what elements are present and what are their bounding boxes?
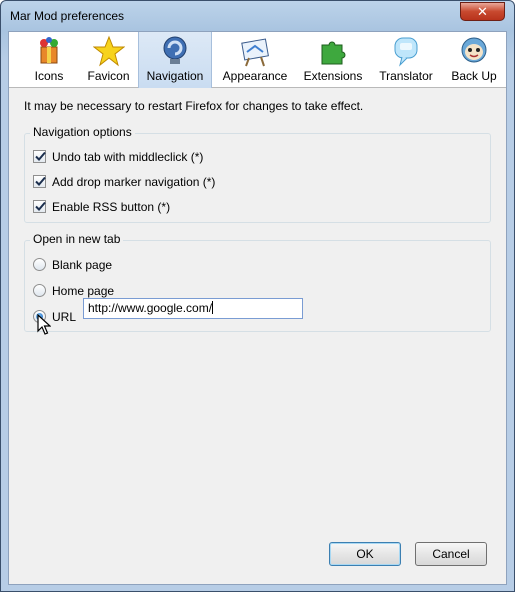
option-label: Blank page	[52, 258, 113, 272]
checkmark-icon	[35, 201, 46, 211]
text-caret	[212, 301, 214, 314]
tab-extensions[interactable]: Extensions	[297, 32, 369, 88]
tab-icons[interactable]: Icons	[19, 32, 79, 88]
option-label: Undo tab with middleclick (*)	[52, 150, 204, 164]
home-page-radio[interactable]	[33, 284, 46, 297]
preferences-window: Mar Mod preferences ✕ Icons Favicon Navi…	[0, 0, 515, 592]
tab-label: Extensions	[303, 69, 363, 83]
option-label: Home page	[52, 284, 115, 298]
easel-icon	[241, 38, 269, 67]
tab-navigation[interactable]: Navigation	[138, 32, 212, 88]
url-input[interactable]: http://www.google.com/	[83, 298, 303, 319]
window-title: Mar Mod preferences	[10, 9, 125, 23]
tab-label: Favicon	[87, 69, 130, 83]
drop-marker-checkbox[interactable]	[33, 175, 46, 188]
url-input-value: http://www.google.com/	[88, 301, 213, 315]
restart-notice: It may be necessary to restart Firefox f…	[24, 99, 364, 113]
tab-label: Back Up	[451, 69, 497, 83]
tab-label: Icons	[34, 69, 64, 83]
option-label: URL	[52, 310, 77, 324]
tab-translator[interactable]: Translator	[373, 32, 439, 88]
gift-box-icon	[40, 37, 58, 64]
tab-label: Appearance	[222, 69, 288, 83]
checkmark-icon	[35, 151, 46, 161]
speech-bubble-icon	[394, 37, 418, 67]
cancel-button[interactable]: Cancel	[415, 542, 487, 566]
group-title: Navigation options	[30, 125, 135, 139]
checkmark-icon	[35, 176, 46, 186]
backup-face-icon	[461, 37, 487, 63]
ok-button[interactable]: OK	[329, 542, 401, 566]
tab-label: Navigation	[146, 69, 204, 83]
tab-favicon[interactable]: Favicon	[81, 32, 136, 88]
preferences-toolbar: Icons Favicon Navigation Appearance Exte…	[9, 32, 506, 88]
option-label: Enable RSS button (*)	[52, 200, 171, 214]
star-icon	[92, 35, 125, 67]
option-label: Add drop marker navigation (*)	[52, 175, 216, 189]
tab-label: Translator	[379, 69, 433, 83]
navigation-options-group: Navigation options Undo tab with middlec…	[24, 125, 491, 223]
puzzle-icon	[321, 41, 346, 65]
undo-tab-checkbox[interactable]	[33, 150, 46, 163]
title-bar[interactable]: Mar Mod preferences ✕	[1, 1, 514, 31]
navigation-icon	[163, 36, 187, 64]
tab-back-up[interactable]: Back Up	[445, 32, 503, 88]
close-button[interactable]: ✕	[460, 2, 505, 21]
group-title: Open in new tab	[30, 232, 124, 246]
mouse-pointer-icon	[37, 314, 51, 335]
dialog-client-area: Icons Favicon Navigation Appearance Exte…	[8, 31, 507, 585]
tab-appearance[interactable]: Appearance	[217, 32, 293, 88]
rss-button-checkbox[interactable]	[33, 200, 46, 213]
blank-page-radio[interactable]	[33, 258, 46, 271]
